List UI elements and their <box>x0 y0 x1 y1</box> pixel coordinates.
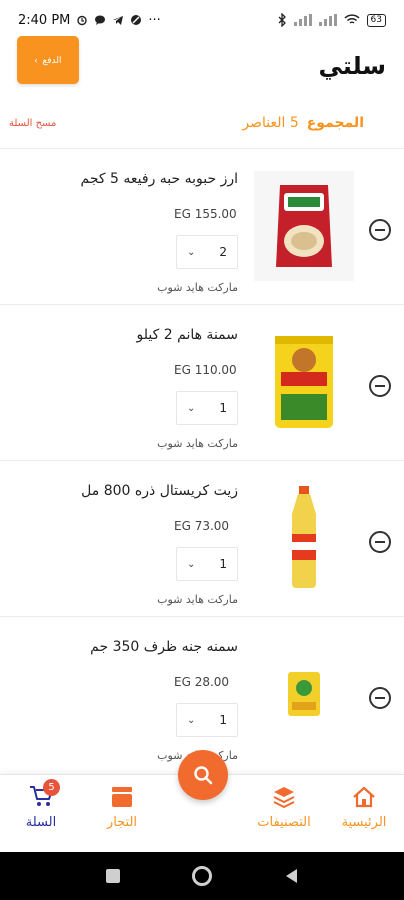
cart-item: سمنه جنه ظرف 350 جم EG 28.00 ⌄ 1 ماركت ه… <box>0 616 404 772</box>
cart-total: المجموع 5 العناصر <box>242 115 364 131</box>
item-price: EG 73.00 <box>174 519 230 533</box>
wifi-icon <box>344 14 360 24</box>
cart-badge: 5 <box>43 779 60 796</box>
search-icon <box>194 766 213 785</box>
item-count: 5 العناصر <box>242 115 299 131</box>
quantity-value: 2 <box>219 245 227 259</box>
nav-label-categories: التصنيفات <box>257 815 311 830</box>
quantity-select[interactable]: ⌄ 1 <box>176 703 238 737</box>
nav-label-merchants: التجار <box>106 815 138 830</box>
quantity-select[interactable]: ⌄ 1 <box>176 547 238 581</box>
nav-item-home[interactable]: الرئيسية <box>324 785 404 830</box>
quantity-select[interactable]: ⌄ 2 <box>176 235 238 269</box>
search-button[interactable] <box>178 750 228 800</box>
status-time: 2:40 PM <box>18 12 71 28</box>
nav-label-cart: السلة <box>25 815 57 830</box>
nav-item-cart[interactable]: 5 السلة <box>1 779 81 830</box>
product-image-rice-bag <box>254 171 354 281</box>
quantity-value: 1 <box>219 401 227 415</box>
no-entry-icon <box>131 15 142 25</box>
total-label: المجموع <box>306 115 364 131</box>
alarm-icon <box>77 15 88 26</box>
item-name: زيت كريستال ذره 800 مل <box>81 483 238 499</box>
battery-icon: 63 <box>366 13 386 27</box>
remove-item-button[interactable] <box>369 531 391 553</box>
product-image-ghee-pouch <box>254 639 354 749</box>
remove-item-button[interactable] <box>369 687 391 709</box>
recents-button[interactable] <box>106 869 120 883</box>
status-left: 2:40 PM ··· <box>18 13 161 28</box>
item-price: EG 155.00 <box>174 207 237 221</box>
clear-cart-link[interactable]: مسح السلة <box>9 118 56 129</box>
chevron-down-icon: ⌄ <box>187 558 196 570</box>
store-icon <box>112 787 132 807</box>
page-title: سلتي <box>318 52 386 80</box>
signal-icon-2 <box>318 14 337 26</box>
store-name: ماركت هايد شوب <box>157 437 238 450</box>
item-name: سمنة هانم 2 كيلو <box>136 327 238 343</box>
chevron-down-icon: ⌄ <box>187 246 196 258</box>
store-name: ماركت هايد شوب <box>157 281 238 294</box>
remove-item-button[interactable] <box>369 219 391 241</box>
cart-item: ارز حبوبه حبه رفيعه 5 كجم EG 155.00 ⌄ 2 … <box>0 148 404 304</box>
chevron-left-icon: ‹ <box>34 55 38 65</box>
app-header: ‹ الدفع سلتي <box>0 36 404 92</box>
system-nav-bar <box>0 852 404 900</box>
nav-label-home: الرئيسية <box>341 815 387 830</box>
pay-button-label: الدفع <box>42 54 62 65</box>
pay-button[interactable]: ‹ الدفع <box>17 36 79 84</box>
quantity-value: 1 <box>219 557 227 571</box>
nav-item-categories[interactable]: التصنيفات <box>244 785 324 830</box>
layers-icon <box>273 787 295 809</box>
cart-item: زيت كريستال ذره 800 مل EG 73.00 ⌄ 1 مارك… <box>0 460 404 616</box>
status-right: 63 <box>277 13 386 27</box>
chevron-down-icon: ⌄ <box>187 714 196 726</box>
nav-item-merchants[interactable]: التجار <box>82 785 162 830</box>
store-name: ماركت هايد شوب <box>157 593 238 606</box>
item-price: EG 110.00 <box>174 363 237 377</box>
remove-item-button[interactable] <box>369 375 391 397</box>
back-button[interactable] <box>284 868 298 884</box>
more-status-icon: ··· <box>148 12 161 28</box>
product-image-oil-bottle <box>254 483 354 593</box>
bluetooth-icon <box>278 13 286 27</box>
cart-summary: مسح السلة المجموع 5 العناصر <box>0 110 404 140</box>
chevron-down-icon: ⌄ <box>187 402 196 414</box>
item-price: EG 28.00 <box>174 675 230 689</box>
item-name: ارز حبوبه حبه رفيعه 5 كجم <box>80 171 238 187</box>
signal-icon <box>293 14 312 26</box>
home-system-button[interactable] <box>192 866 212 886</box>
product-image-ghee-tin <box>254 327 354 437</box>
status-bar: 2:40 PM ··· 63 <box>0 0 404 40</box>
cart-item: سمنة هانم 2 كيلو EG 110.00 ⌄ 1 ماركت هاي… <box>0 304 404 460</box>
chat-icon <box>95 15 106 25</box>
telegram-icon <box>113 16 124 25</box>
cart-list: ارز حبوبه حبه رفيعه 5 كجم EG 155.00 ⌄ 2 … <box>0 148 404 772</box>
quantity-select[interactable]: ⌄ 1 <box>176 391 238 425</box>
home-icon <box>353 786 375 808</box>
item-name: سمنه جنه ظرف 350 جم <box>90 639 238 655</box>
quantity-value: 1 <box>219 713 227 727</box>
